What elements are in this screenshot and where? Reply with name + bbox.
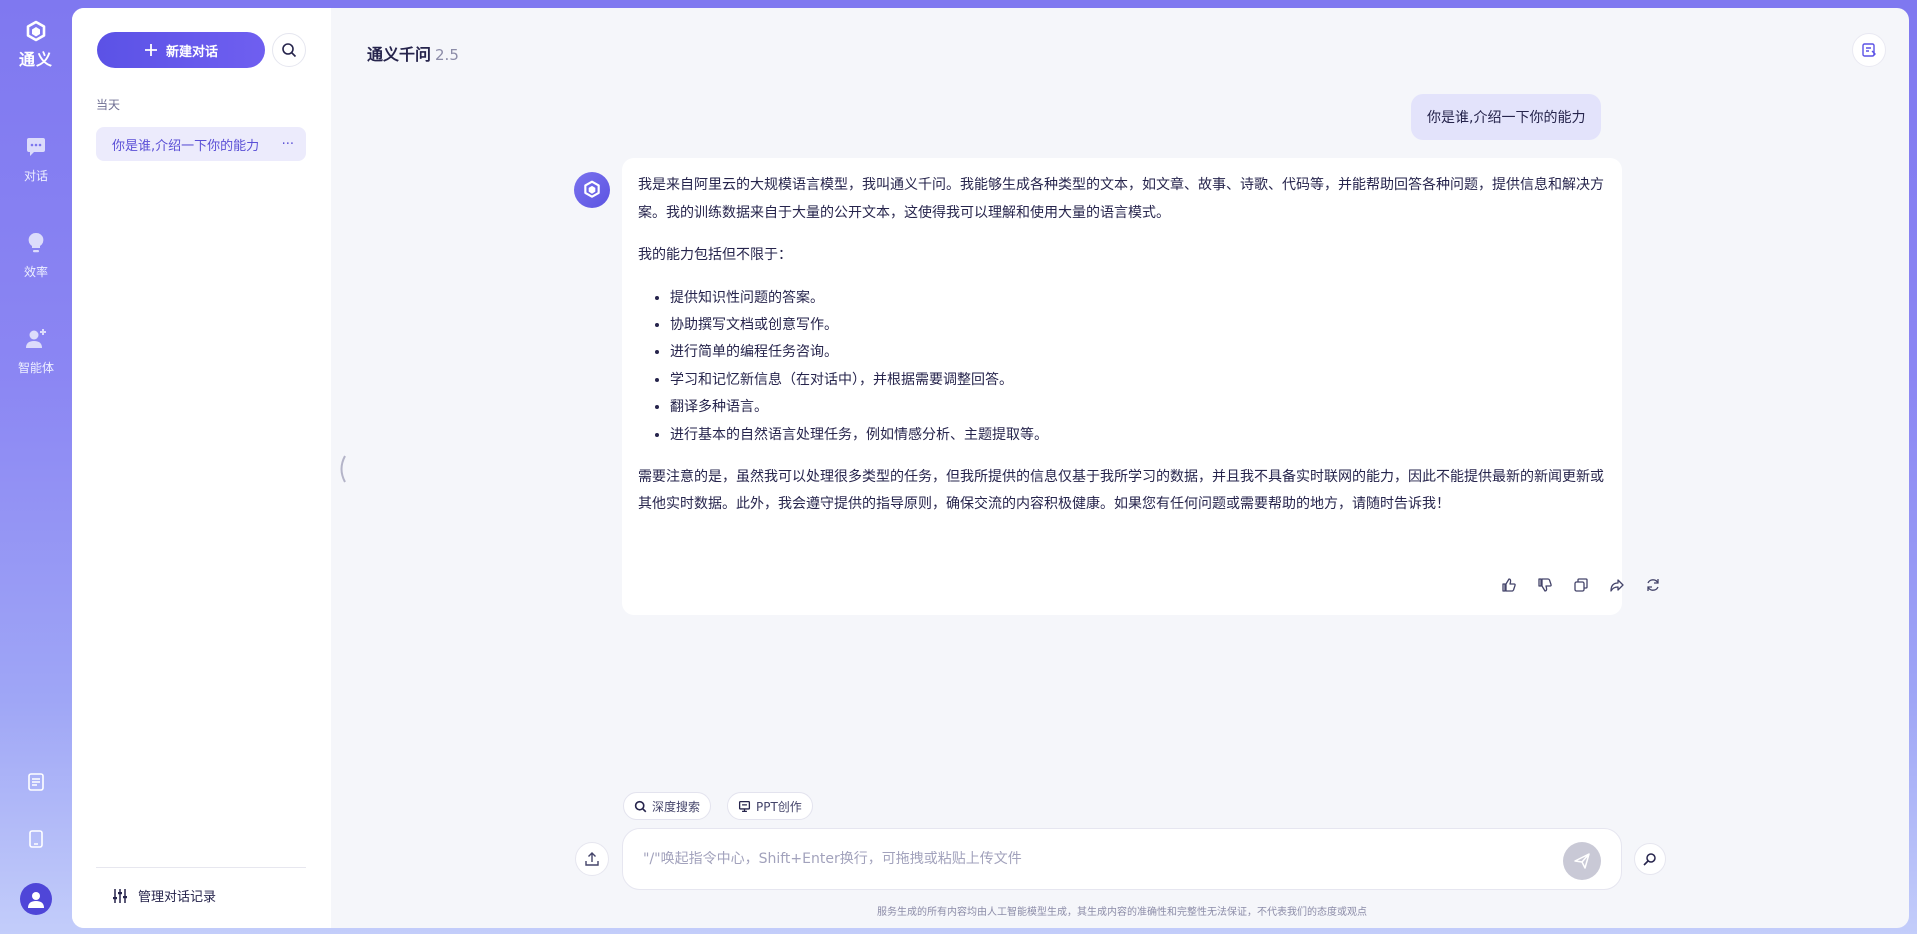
share-icon — [1610, 579, 1624, 592]
plus-icon — [144, 44, 157, 56]
model-version: 2.5 — [435, 46, 459, 64]
search-history-button[interactable] — [272, 33, 306, 67]
send-icon — [1574, 853, 1590, 869]
new-chat-label: 新建对话 — [165, 43, 218, 59]
notes-button[interactable] — [1852, 33, 1886, 67]
send-button[interactable] — [1563, 842, 1601, 880]
assistant-message-card: 我是来自阿里云的大规模语言模型，我叫通义千问。我能够生成各种类型的文本，如文章、… — [622, 158, 1622, 615]
regenerate-icon — [1647, 579, 1659, 591]
rail-item-label: 效率 — [23, 265, 48, 279]
list-item: 学习和记忆新信息（在对话中），并根据需要调整回答。 — [670, 367, 1606, 394]
share-button[interactable] — [1607, 575, 1627, 595]
assistant-avatar — [574, 172, 610, 208]
model-name: 通义千问 — [367, 45, 432, 64]
collapse-sidebar-handle[interactable] — [336, 454, 348, 484]
sidebar-divider — [96, 867, 306, 868]
chat-bubble-icon — [27, 138, 45, 156]
history-item-title: 你是谁,介绍一下你的能力 — [112, 138, 260, 154]
sliders-icon — [113, 888, 127, 903]
list-item: 进行基本的自然语言处理任务，例如情感分析、主题提取等。 — [670, 422, 1606, 449]
notes-icon — [1862, 43, 1876, 57]
rail-item-label: 智能体 — [17, 361, 54, 375]
magnify-sparkle-icon — [1643, 853, 1656, 866]
ppt-icon — [738, 800, 751, 812]
ppt-creation-chip[interactable]: PPT创作 — [727, 792, 813, 820]
rail-item-agent[interactable]: 智能体 — [0, 327, 72, 376]
document-icon — [28, 773, 44, 791]
history-item-more-button[interactable]: ··· — [282, 137, 294, 152]
list-item: 提供知识性问题的答案。 — [670, 285, 1606, 312]
thumbs-down-icon — [1538, 578, 1552, 592]
chip-label: PPT创作 — [756, 799, 802, 814]
chip-label: 深度搜索 — [652, 799, 701, 814]
user-avatar[interactable] — [20, 883, 52, 915]
capabilities-list: 提供知识性问题的答案。 协助撰写文档或创意写作。 进行简单的编程任务咨询。 学习… — [638, 285, 1606, 449]
rail-item-label: 对话 — [23, 169, 48, 183]
main-panel: 新建对话 当天 你是谁,介绍一下你的能力 ··· 管理对话记录 通义千问2.5 — [72, 8, 1909, 928]
regenerate-button[interactable] — [1643, 575, 1663, 595]
user-message-bubble: 你是谁,介绍一下你的能力 — [1411, 94, 1602, 140]
list-item: 进行简单的编程任务咨询。 — [670, 339, 1606, 366]
message-composer — [622, 828, 1622, 890]
tongyi-logo-icon — [26, 20, 46, 42]
agent-icon — [26, 329, 46, 348]
user-message-text: 你是谁,介绍一下你的能力 — [1427, 110, 1586, 126]
assistant-capabilities-heading: 我的能力包括但不限于： — [638, 247, 792, 263]
like-button[interactable] — [1499, 575, 1519, 595]
assistant-note: 需要注意的是，虽然我可以处理很多类型的任务，但我所提供的信息仅基于我所学习的数据… — [638, 468, 1604, 513]
rail-tablet-button[interactable] — [22, 825, 50, 853]
message-actions — [1499, 575, 1663, 595]
search-icon — [634, 800, 647, 812]
copy-button[interactable] — [1571, 575, 1591, 595]
manage-history-button[interactable]: 管理对话记录 — [112, 886, 216, 905]
message-input[interactable] — [643, 851, 1543, 867]
new-chat-button[interactable]: 新建对话 — [97, 32, 265, 68]
upload-button[interactable] — [575, 842, 609, 876]
rail-item-efficiency[interactable]: 效率 — [0, 231, 72, 280]
history-item[interactable]: 你是谁,介绍一下你的能力 ··· — [96, 127, 306, 161]
search-icon — [282, 43, 297, 58]
rail-document-button[interactable] — [22, 768, 50, 796]
model-title: 通义千问 2.5 — [367, 41, 459, 65]
manage-history-label: 管理对话记录 — [138, 890, 217, 905]
disclaimer-text: 服务生成的所有内容均由人工智能模型生成，其生成内容的准确性和完整性无法保证，不代… — [877, 907, 1367, 918]
left-rail: 通义 对话 效率 智能体 — [0, 0, 72, 934]
history-section-label: 当天 — [96, 98, 121, 112]
magic-tool-button[interactable] — [1634, 843, 1666, 875]
lightbulb-icon — [28, 232, 44, 253]
dislike-button[interactable] — [1535, 575, 1555, 595]
list-item: 翻译多种语言。 — [670, 394, 1606, 421]
list-item: 协助撰写文档或创意写作。 — [670, 312, 1606, 339]
deep-search-chip[interactable]: 深度搜索 — [623, 792, 712, 820]
history-sidebar: 新建对话 当天 你是谁,介绍一下你的能力 ··· 管理对话记录 — [72, 8, 331, 928]
brand-name: 通义 — [18, 50, 53, 69]
brand-logo[interactable]: 通义 — [0, 20, 72, 70]
upload-icon — [585, 852, 599, 866]
assistant-intro: 我是来自阿里云的大规模语言模型，我叫通义千问。我能够生成各种类型的文本，如文章、… — [638, 177, 1604, 221]
user-avatar-icon — [28, 892, 44, 908]
collapse-chevron-icon — [340, 455, 346, 483]
tongyi-logo-icon — [584, 180, 600, 198]
thumbs-up-icon — [1502, 578, 1516, 592]
copy-icon — [1574, 578, 1588, 592]
tablet-icon — [29, 830, 43, 848]
rail-item-chat[interactable]: 对话 — [0, 135, 72, 184]
